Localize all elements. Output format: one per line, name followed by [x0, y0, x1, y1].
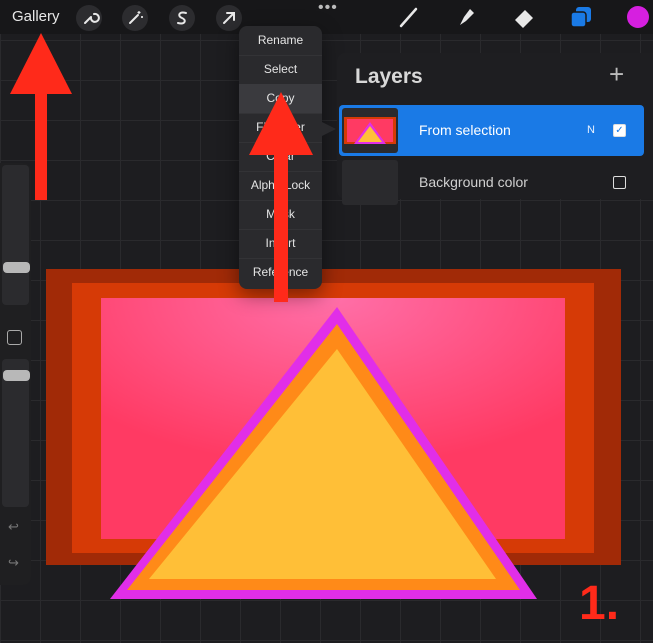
arrow-copy-shaft: [274, 152, 288, 302]
arrow-gallery-shaft: [35, 90, 47, 200]
step-number-label: 1.: [579, 577, 620, 630]
arrow-gallery-head: [10, 33, 72, 94]
annotation-arrows: [10, 33, 313, 302]
arrow-copy-head: [249, 92, 313, 155]
